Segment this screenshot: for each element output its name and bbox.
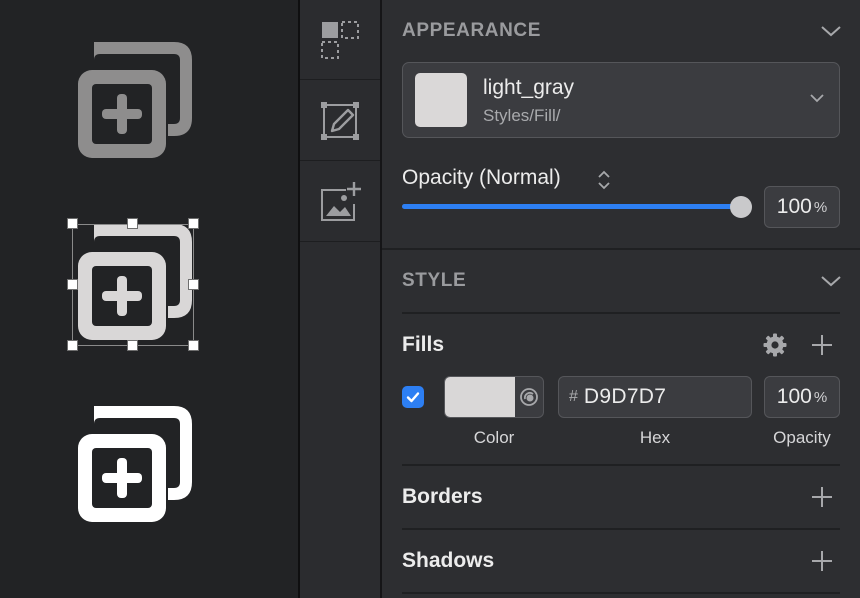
fill-color-swatch bbox=[445, 377, 515, 417]
artboard-icon-gray[interactable] bbox=[72, 40, 196, 164]
tool-strip bbox=[300, 0, 380, 598]
add-copy-icon bbox=[78, 42, 192, 158]
resize-handle-top-left[interactable] bbox=[67, 218, 78, 229]
insert-image-tool-button[interactable] bbox=[300, 162, 380, 242]
blend-mode-label[interactable]: Opacity (Normal) bbox=[402, 166, 561, 190]
symbol-selection-icon bbox=[321, 20, 359, 59]
fill-color-well[interactable] bbox=[444, 376, 544, 418]
chevron-down-icon[interactable] bbox=[820, 24, 842, 38]
resize-handle-top[interactable] bbox=[127, 218, 138, 229]
style-swatch bbox=[415, 73, 467, 127]
checkmark-icon bbox=[406, 392, 420, 403]
divider bbox=[382, 248, 860, 250]
chevron-down-icon[interactable] bbox=[820, 274, 842, 288]
gear-icon[interactable] bbox=[762, 332, 788, 358]
add-copy-icon bbox=[78, 406, 192, 522]
inspector-panel: APPEARANCE light_gray Styles/Fill/ Opaci… bbox=[382, 0, 860, 598]
hex-input[interactable]: # D9D7D7 bbox=[558, 376, 752, 418]
hex-value: D9D7D7 bbox=[583, 385, 667, 408]
resize-handle-bottom-right[interactable] bbox=[188, 340, 199, 351]
canvas[interactable] bbox=[0, 0, 298, 598]
divider bbox=[402, 528, 840, 530]
resize-handle-left[interactable] bbox=[67, 279, 78, 290]
resize-handle-right[interactable] bbox=[188, 279, 199, 290]
edit-shape-icon bbox=[321, 101, 359, 140]
up-down-chevron-icon[interactable] bbox=[596, 168, 612, 192]
style-name: light_gray bbox=[483, 76, 575, 99]
slider-knob[interactable] bbox=[730, 196, 752, 218]
hash-symbol: # bbox=[569, 388, 578, 405]
percent-unit: % bbox=[813, 388, 828, 406]
fill-opacity-input[interactable]: 100% bbox=[764, 376, 840, 418]
style-title: STYLE bbox=[402, 270, 467, 291]
appearance-title: APPEARANCE bbox=[402, 20, 542, 41]
chevron-down-icon bbox=[809, 93, 825, 103]
resize-handle-bottom[interactable] bbox=[127, 340, 138, 351]
add-shadow-plus-icon[interactable] bbox=[810, 549, 834, 573]
slider-fill bbox=[402, 204, 741, 209]
add-fill-plus-icon[interactable] bbox=[810, 333, 834, 357]
symbol-tool-button[interactable] bbox=[300, 0, 380, 80]
color-caption: Color bbox=[473, 428, 515, 447]
appearance-header[interactable]: APPEARANCE bbox=[402, 16, 842, 46]
divider bbox=[402, 312, 840, 314]
resize-handle-bottom-left[interactable] bbox=[67, 340, 78, 351]
edit-shape-tool-button[interactable] bbox=[300, 81, 380, 161]
selection-bounds[interactable] bbox=[72, 224, 194, 346]
divider bbox=[402, 592, 840, 594]
fill-opacity-value: 100 bbox=[776, 385, 812, 408]
shared-style-picker[interactable]: light_gray Styles/Fill/ bbox=[402, 62, 840, 138]
add-border-plus-icon[interactable] bbox=[810, 485, 834, 509]
color-mode-icon[interactable] bbox=[519, 387, 539, 407]
fill-enabled-checkbox[interactable] bbox=[402, 386, 424, 408]
style-path: Styles/Fill/ bbox=[483, 106, 561, 125]
resize-handle-top-right[interactable] bbox=[188, 218, 199, 229]
opacity-slider[interactable] bbox=[402, 193, 752, 221]
borders-title: Borders bbox=[402, 485, 483, 508]
shadows-title: Shadows bbox=[402, 549, 495, 572]
insert-image-icon bbox=[321, 181, 361, 221]
hex-caption: Hex bbox=[639, 428, 671, 447]
opacity-input[interactable]: 100% bbox=[764, 186, 840, 228]
percent-unit: % bbox=[813, 198, 828, 216]
style-header[interactable]: STYLE bbox=[402, 266, 842, 296]
opacity-value: 100 bbox=[776, 195, 812, 218]
fills-title: Fills bbox=[402, 333, 445, 356]
opacity-caption: Opacity bbox=[773, 428, 831, 447]
divider bbox=[402, 464, 840, 466]
artboard-icon-white[interactable] bbox=[72, 404, 196, 528]
